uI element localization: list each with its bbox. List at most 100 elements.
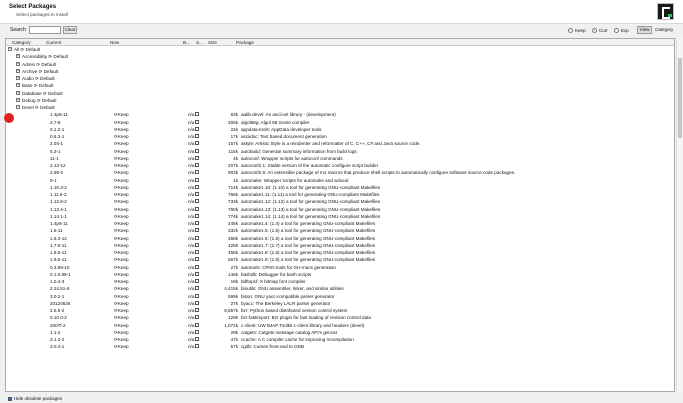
source-checkbox[interactable] [195, 344, 199, 349]
package-row[interactable]: 1.4p6-11 ⟳Keep n/a 248k automake1.4: (1.4) a… [6, 220, 674, 227]
source-checkbox[interactable] [195, 322, 199, 327]
category-row[interactable]: + Database ⟳ Default [6, 90, 674, 97]
package-row[interactable]: 1.12.6-2 ⟳Keep n/a 733k automake1.12: (1.12)… [6, 198, 674, 205]
package-row[interactable]: 20120626 ⟳Keep n/a 27k byacc: The Berkeley L… [6, 300, 674, 307]
package-action[interactable]: ⟳Keep [114, 243, 129, 249]
package-row[interactable]: 0.3.99-10 ⟳Keep n/a 27k autotools: CPAN tool… [6, 264, 674, 271]
package-action[interactable]: ⟳Keep [114, 286, 129, 292]
package-action[interactable]: ⟳Keep [114, 141, 129, 147]
vertical-scrollbar[interactable] [676, 38, 683, 392]
package-action[interactable]: ⟳Keep [114, 228, 129, 234]
category-row[interactable]: + Accessibility ⟳ Default [6, 53, 674, 60]
source-checkbox[interactable] [195, 264, 199, 269]
exp-radio[interactable]: Exp [614, 27, 629, 34]
keep-radio[interactable]: Keep [568, 27, 586, 34]
package-action[interactable]: ⟳Keep [114, 185, 129, 191]
package-action[interactable]: ⟳Keep [114, 199, 129, 205]
source-checkbox[interactable] [195, 315, 199, 320]
package-row[interactable]: 1.8.5-11 ⟳Keep n/a 458k automake1.8: (1.8) a… [6, 249, 674, 256]
package-row[interactable]: 0.1.0.89-1 ⟳Keep n/a 146k bashdb: Debugger f… [6, 271, 674, 278]
package-action[interactable]: ⟳Keep [114, 257, 129, 263]
package-action[interactable]: ⟳Keep [114, 344, 129, 350]
expand-icon[interactable]: + [16, 90, 20, 95]
package-action[interactable]: ⟳Keep [114, 308, 129, 314]
package-row[interactable]: 1.7.9-11 ⟳Keep n/a 425k automake1.7: (1.7) a… [6, 242, 674, 249]
package-row[interactable]: 1.9.6-11 ⟳Keep n/a 567k automake1.9: (1.9) a… [6, 256, 674, 263]
source-checkbox[interactable] [195, 192, 199, 196]
expand-icon[interactable]: + [16, 83, 20, 88]
column-current[interactable]: Current [46, 40, 61, 45]
source-checkbox[interactable] [195, 228, 199, 233]
package-row[interactable]: 1.6.3-12 ⟳Keep n/a 368k automake1.6: (1.6) a… [6, 235, 674, 242]
package-action[interactable]: ⟳Keep [114, 294, 129, 300]
source-checkbox[interactable] [195, 134, 199, 138]
package-action[interactable]: ⟳Keep [114, 250, 129, 256]
package-row[interactable]: 1.10.3-2 ⟳Keep n/a 714k automake1.10: (1.10)… [6, 184, 674, 191]
package-action[interactable]: ⟳Keep [114, 330, 129, 336]
package-action[interactable]: ⟳Keep [114, 156, 129, 162]
package-row[interactable]: 1.13.4-1 ⟳Keep n/a 760k automake1.13: (1.13)… [6, 206, 674, 213]
scrollbar-thumb[interactable] [678, 58, 682, 138]
source-checkbox[interactable] [195, 242, 199, 247]
source-checkbox[interactable] [195, 177, 199, 182]
source-checkbox[interactable] [195, 148, 199, 153]
expand-icon[interactable]: + [16, 76, 20, 80]
column-size[interactable]: Size [208, 40, 217, 45]
package-row[interactable]: 2.24.51-6 ⟳Keep n/a 4,415k binutils: GNU ass… [6, 285, 674, 292]
package-action[interactable]: ⟳Keep [114, 170, 129, 176]
expand-icon[interactable]: + [16, 61, 20, 66]
source-checkbox[interactable] [195, 279, 199, 283]
source-checkbox[interactable] [195, 170, 199, 175]
package-action[interactable]: ⟳Keep [114, 149, 129, 155]
package-action[interactable]: ⟳Keep [114, 134, 129, 140]
package-row[interactable]: 0.1.2-1 ⟳Keep n/a 22k appdata-tools: AppData… [6, 126, 674, 133]
category-row[interactable]: + Audio ⟳ Default [6, 75, 674, 82]
expand-icon[interactable]: + [16, 54, 20, 59]
package-row[interactable]: 3.0.4-1 ⟳Keep n/a 57k cgdb: Curses front-end… [6, 343, 674, 350]
package-row[interactable]: 9-1 ⟳Keep n/a 1k automake: Wrapper scripts f… [6, 177, 674, 184]
package-action[interactable]: ⟳Keep [114, 112, 129, 118]
expand-icon[interactable]: + [16, 68, 20, 73]
category-row[interactable]: + Admin ⟳ Default [6, 61, 674, 68]
column-category[interactable]: Category [12, 40, 31, 45]
source-checkbox[interactable] [195, 337, 199, 341]
expand-icon[interactable]: + [16, 97, 20, 102]
package-action[interactable]: ⟳Keep [114, 207, 129, 213]
source-checkbox[interactable] [195, 308, 199, 312]
package-action[interactable]: ⟳Keep [114, 127, 129, 133]
package-row[interactable]: 1.1-2 ⟳Keep n/a 29k catgets: Catgets message… [6, 329, 674, 336]
category-row-all[interactable]: − All ⟳ Default [6, 46, 674, 53]
view-button[interactable]: View [637, 26, 652, 34]
package-row[interactable]: 0.6.3-1 ⟳Keep n/a 17k asciidoc: Text based d… [6, 133, 674, 140]
source-checkbox[interactable] [195, 199, 199, 204]
source-checkbox[interactable] [195, 141, 199, 146]
package-action[interactable]: ⟳Keep [114, 315, 129, 321]
curr-radio[interactable]: Curr [592, 27, 608, 34]
search-input[interactable] [29, 26, 61, 34]
category-row[interactable]: + Debug ⟳ Default [6, 97, 674, 104]
source-checkbox[interactable] [195, 271, 199, 276]
source-checkbox[interactable] [195, 329, 199, 334]
column-bin[interactable]: B... [183, 40, 190, 45]
column-src[interactable]: S... [196, 40, 203, 45]
source-checkbox[interactable] [195, 112, 199, 117]
package-action[interactable]: ⟳Keep [114, 272, 129, 278]
package-action[interactable]: ⟳Keep [114, 163, 129, 169]
hide-obsolete-checkbox[interactable] [8, 396, 12, 401]
category-row[interactable]: + Archive ⟳ Default [6, 68, 674, 75]
hide-obsolete-option[interactable]: Hide obsolete packages [8, 396, 62, 401]
package-action[interactable]: ⟳Keep [114, 323, 129, 329]
package-row[interactable]: 2.7-8 ⟳Keep n/a 306k algol68g: Algol 68 Geni… [6, 119, 674, 126]
package-row[interactable]: 2.69-2 ⟳Keep n/a 903k autoconf2.5: An extens… [6, 169, 674, 176]
package-action[interactable]: ⟳Keep [114, 221, 129, 227]
source-checkbox[interactable] [195, 221, 199, 225]
category-row[interactable]: − Devel ⟳ Default [6, 104, 674, 111]
column-package[interactable]: Package [236, 40, 254, 45]
source-checkbox[interactable] [195, 184, 199, 189]
package-row[interactable]: 2007f-2 ⟳Keep n/a 1,072k c-client: UW IMAP T… [6, 322, 674, 329]
package-action[interactable]: ⟳Keep [114, 279, 129, 285]
source-checkbox[interactable] [195, 163, 199, 167]
clear-button[interactable]: Clear [63, 26, 77, 34]
package-row[interactable]: 2.5.5-2 ⟳Keep n/a 8,657k bzr: Python based d… [6, 307, 674, 314]
package-row[interactable]: 0.10.0-2 ⟳Keep n/a 129k bzr-fastimport: Bzr … [6, 314, 674, 321]
